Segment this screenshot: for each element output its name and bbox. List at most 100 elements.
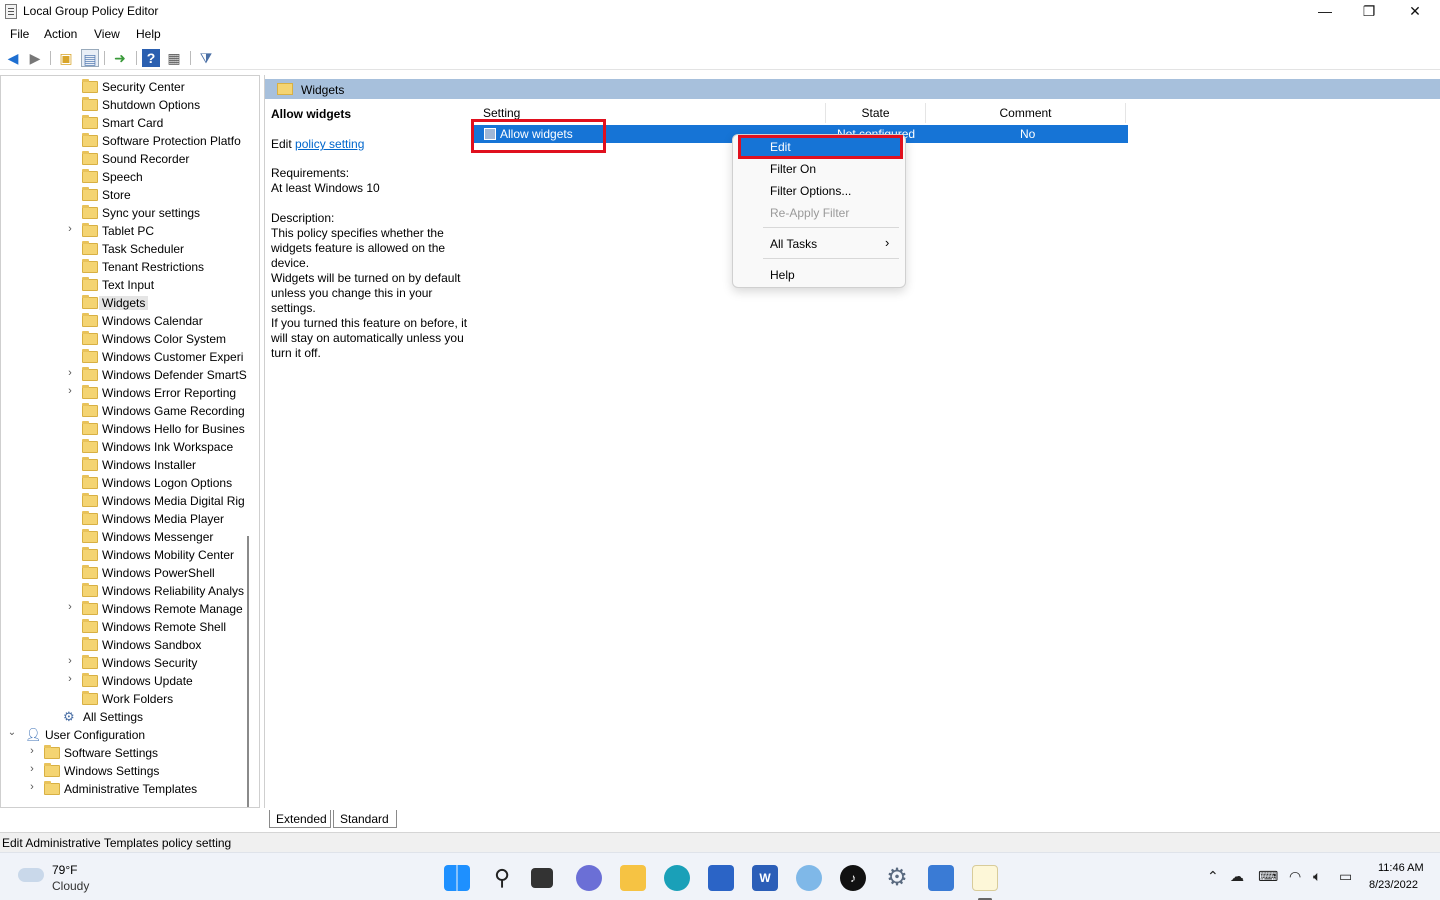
tree-item[interactable]: › Windows Defender SmartS — [1, 366, 259, 384]
app-icon — [5, 4, 17, 19]
search-icon[interactable]: ⚲ — [489, 865, 515, 891]
menu-item-filter-on[interactable]: Filter On — [770, 162, 816, 176]
chevron-right-icon[interactable]: › — [65, 223, 75, 235]
chevron-right-icon[interactable]: › — [27, 745, 37, 757]
tree-item[interactable]: Windows Sandbox — [1, 636, 259, 654]
clock-time[interactable]: 11:46 AM — [1378, 862, 1424, 874]
properties-icon[interactable]: ▦ — [165, 49, 183, 67]
keyboard-icon[interactable]: ⌨ — [1258, 868, 1278, 885]
tree-item[interactable]: › Windows Error Reporting — [1, 384, 259, 402]
tree-item[interactable]: Windows Media Digital Rig — [1, 492, 259, 510]
tree-item[interactable]: Speech — [1, 168, 259, 186]
chevron-right-icon[interactable]: › — [65, 385, 75, 397]
tree-item[interactable]: Windows Remote Shell — [1, 618, 259, 636]
chat-icon[interactable] — [576, 865, 602, 891]
help-icon[interactable]: ? — [142, 49, 160, 67]
tree-item[interactable]: Tenant Restrictions — [1, 258, 259, 276]
chevron-right-icon[interactable]: › — [27, 763, 37, 775]
column-header-comment[interactable]: Comment — [926, 103, 1126, 123]
menu-item-help[interactable]: Help — [770, 268, 795, 282]
edge-icon[interactable] — [664, 865, 690, 891]
tree-item[interactable]: Windows PowerShell — [1, 564, 259, 582]
show-hide-tree-icon[interactable]: ▤ — [81, 49, 99, 67]
tree-item[interactable]: Text Input — [1, 276, 259, 294]
tree-scrollbar[interactable] — [247, 536, 249, 807]
menu-item-all-tasks[interactable]: All Tasks — [770, 237, 817, 251]
weather-condition[interactable]: Cloudy — [52, 879, 89, 893]
tree-item[interactable]: Windows Calendar — [1, 312, 259, 330]
tree-item-user-configuration[interactable]: ⌄ 👤︎ User Configuration — [1, 726, 259, 744]
cloud-icon[interactable] — [18, 868, 44, 882]
tab-standard[interactable]: Standard — [333, 810, 397, 828]
tree-item[interactable]: Sound Recorder — [1, 150, 259, 168]
file-explorer-icon[interactable] — [620, 865, 646, 891]
chevron-right-icon[interactable]: › — [65, 601, 75, 613]
tree-item[interactable]: Widgets — [1, 294, 259, 312]
tree-item[interactable]: Software Protection Platfo — [1, 132, 259, 150]
tree-item[interactable]: Task Scheduler — [1, 240, 259, 258]
up-folder-icon[interactable]: ▣ — [57, 49, 75, 67]
tree-item[interactable]: › Windows Security — [1, 654, 259, 672]
tree-item[interactable]: Windows Reliability Analys — [1, 582, 259, 600]
edit-policy-link[interactable]: policy setting — [295, 137, 364, 151]
tree-item[interactable]: Store — [1, 186, 259, 204]
tree-item[interactable]: Windows Customer Experi — [1, 348, 259, 366]
word-icon[interactable]: W — [752, 865, 778, 891]
menu-help[interactable]: Help — [136, 27, 161, 41]
chevron-right-icon[interactable]: › — [65, 655, 75, 667]
filter-icon[interactable]: ⧩ — [197, 49, 215, 67]
tree-item[interactable]: Security Center — [1, 78, 259, 96]
tree-item[interactable]: › Windows Remote Manage — [1, 600, 259, 618]
chevron-right-icon[interactable]: › — [27, 781, 37, 793]
battery-icon[interactable]: ▭ — [1339, 868, 1352, 885]
chevron-down-icon[interactable]: ⌄ — [7, 727, 17, 738]
tree-item-all-settings[interactable]: ⚙ All Settings — [1, 708, 259, 726]
tree-item[interactable]: › Windows Update — [1, 672, 259, 690]
menu-file[interactable]: File — [10, 27, 29, 41]
tree-item[interactable]: Windows Mobility Center — [1, 546, 259, 564]
tree-item[interactable]: Windows Logon Options — [1, 474, 259, 492]
clock-date[interactable]: 8/23/2022 — [1369, 879, 1418, 891]
tiktok-icon[interactable]: ♪ — [840, 865, 866, 891]
wifi-icon[interactable]: ◠ — [1289, 868, 1301, 885]
photos-icon[interactable] — [796, 865, 822, 891]
tree-item[interactable]: › Software Settings — [1, 744, 259, 762]
tree-item[interactable]: Windows Color System — [1, 330, 259, 348]
back-arrow-icon[interactable]: ◀ — [4, 49, 22, 67]
tree-item[interactable]: Windows Media Player — [1, 510, 259, 528]
close-button[interactable]: ✕ — [1392, 0, 1438, 24]
tree-item[interactable]: › Tablet PC — [1, 222, 259, 240]
task-view-icon[interactable] — [531, 868, 553, 888]
tree-item[interactable]: Windows Game Recording — [1, 402, 259, 420]
tree-item[interactable]: Windows Hello for Busines — [1, 420, 259, 438]
tree-item[interactable]: Windows Ink Workspace — [1, 438, 259, 456]
menu-view[interactable]: View — [94, 27, 120, 41]
gpedit-app-icon[interactable] — [928, 865, 954, 891]
column-header-state[interactable]: State — [826, 103, 926, 123]
store-icon[interactable] — [708, 865, 734, 891]
forward-arrow-icon[interactable]: ▶ — [26, 49, 44, 67]
chevron-right-icon[interactable]: › — [65, 367, 75, 379]
export-list-icon[interactable]: ➜ — [111, 49, 129, 67]
tree-item[interactable]: Smart Card — [1, 114, 259, 132]
chevron-right-icon[interactable]: › — [65, 673, 75, 685]
maximize-button[interactable]: ❐ — [1346, 0, 1392, 24]
volume-icon[interactable]: 🔈︎ — [1313, 868, 1321, 885]
onedrive-cloud-icon[interactable]: ☁ — [1230, 868, 1244, 885]
tree-item[interactable]: Work Folders — [1, 690, 259, 708]
settings-gear-icon[interactable]: ⚙ — [884, 865, 910, 891]
tree-item[interactable]: Windows Installer — [1, 456, 259, 474]
tab-extended[interactable]: Extended — [269, 810, 331, 828]
weather-temperature[interactable]: 79°F — [52, 863, 77, 877]
tree-item[interactable]: Sync your settings — [1, 204, 259, 222]
tree-item[interactable]: Windows Messenger — [1, 528, 259, 546]
tree-item[interactable]: › Administrative Templates — [1, 780, 259, 798]
tree-item[interactable]: › Windows Settings — [1, 762, 259, 780]
tree-item[interactable]: Shutdown Options — [1, 96, 259, 114]
chevron-up-icon[interactable]: ⌃ — [1207, 868, 1219, 885]
start-icon[interactable] — [444, 865, 470, 891]
menu-action[interactable]: Action — [44, 27, 77, 41]
menu-item-filter-options[interactable]: Filter Options... — [770, 184, 851, 198]
notepad-icon[interactable] — [972, 865, 998, 891]
minimize-button[interactable]: — — [1302, 0, 1348, 24]
